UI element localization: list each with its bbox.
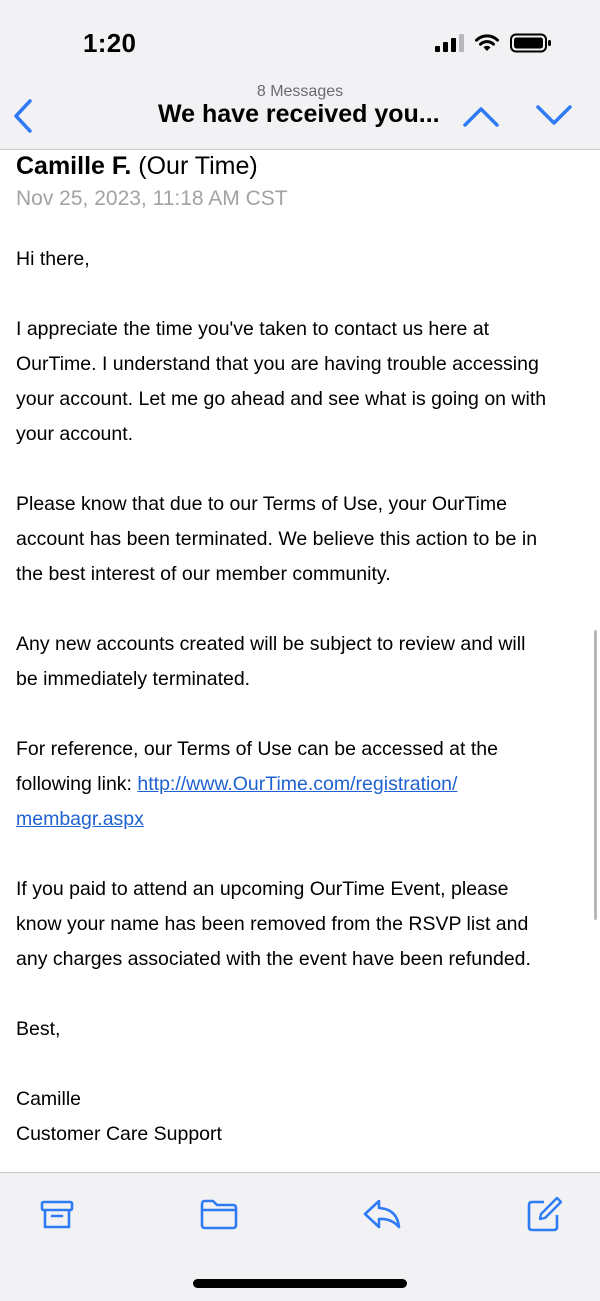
sign-off: Best, [16, 1018, 61, 1040]
greeting: Hi there, [16, 248, 90, 270]
compose-icon [527, 1196, 563, 1232]
signature-title: Customer Care Support [16, 1123, 222, 1145]
compose-button[interactable] [524, 1195, 564, 1240]
sender[interactable]: Camille F. (Our Time) [16, 152, 258, 181]
paragraph-4: For reference, our Terms of Use can be a… [16, 738, 498, 830]
previous-message-button[interactable] [462, 98, 500, 139]
archive-button[interactable] [38, 1195, 76, 1238]
chevron-left-icon [14, 99, 32, 133]
paragraph-2: Please know that due to our Terms of Use… [16, 493, 538, 585]
next-message-button[interactable] [535, 98, 573, 139]
email-date: Nov 25, 2023, 11:18 AM CST [16, 187, 288, 210]
home-indicator[interactable] [193, 1279, 407, 1288]
paragraph-3: Any new accounts created will be subject… [16, 633, 526, 690]
top-bar: 1:20 8 Messages We have received you... [0, 0, 600, 150]
cellular-signal-icon [434, 33, 464, 58]
status-time: 1:20 [83, 28, 137, 58]
message-count: 8 Messages [256, 83, 344, 100]
folder-icon [200, 1199, 238, 1230]
signature-name: Camille [16, 1088, 82, 1110]
sender-name: Camille F. [16, 152, 132, 180]
sender-org: (Our Time) [138, 152, 258, 180]
reply-icon [363, 1199, 401, 1229]
signature: Camille Customer Care Support [16, 1082, 600, 1152]
battery-icon [510, 33, 552, 58]
chevron-up-icon [463, 107, 499, 127]
back-button[interactable] [10, 98, 36, 139]
paragraph-1: I appreciate the time you've taken to co… [16, 318, 547, 445]
move-to-folder-button[interactable] [199, 1195, 239, 1238]
wifi-icon [474, 33, 500, 58]
archive-icon [40, 1200, 74, 1229]
email-content: Camille F. (Our Time) Nov 25, 2023, 11:1… [0, 150, 600, 1172]
email-body: Hi there, I appreciate the time you've t… [16, 242, 600, 1172]
chevron-down-icon [536, 105, 572, 125]
thread-subject: We have received you... [158, 100, 440, 128]
reply-button[interactable] [361, 1195, 403, 1238]
scrollbar[interactable] [594, 630, 597, 920]
paragraph-5: If you paid to attend an upcoming OurTim… [16, 878, 531, 970]
status-icons [434, 33, 552, 58]
